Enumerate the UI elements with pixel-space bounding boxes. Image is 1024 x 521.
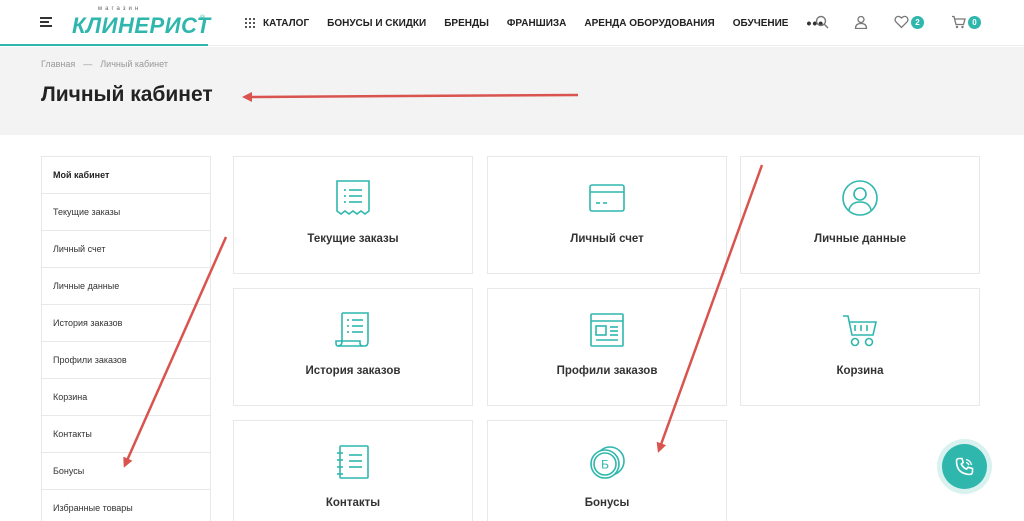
nav-rental[interactable]: АРЕНДА ОБОРУДОВАНИЯ <box>584 18 714 29</box>
cart-badge: 0 <box>968 16 981 29</box>
card-current-orders[interactable]: Текущие заказы <box>233 156 473 274</box>
sidebar-item-personal-data[interactable]: Личные данные <box>42 268 210 305</box>
nav-bonuses[interactable]: БОНУСЫ И СКИДКИ <box>327 18 426 29</box>
search-icon[interactable] <box>815 15 829 34</box>
card-label: Личные данные <box>814 233 906 245</box>
sidebar-item-contacts[interactable]: Контакты <box>42 416 210 453</box>
nav-franchise[interactable]: ФРАНШИЗА <box>507 18 567 29</box>
cart-icon <box>841 311 879 349</box>
sidebar-item-order-history[interactable]: История заказов <box>42 305 210 342</box>
sidebar-item-my-cabinet[interactable]: Мой кабинет <box>42 157 210 194</box>
sidebar-item-cart[interactable]: Корзина <box>42 379 210 416</box>
breadcrumb-separator: — <box>83 59 93 69</box>
card-personal-data[interactable]: Личные данные <box>740 156 980 274</box>
menu-burger-icon[interactable] <box>40 17 52 27</box>
nav-catalog-label: КАТАЛОГ <box>263 17 310 29</box>
header-accent-line <box>0 44 208 46</box>
coin-icon: Б <box>588 443 626 481</box>
sidebar-item-favorites[interactable]: Избранные товары <box>42 490 210 521</box>
page-title: Личный кабинет <box>41 83 213 106</box>
card-label: Корзина <box>836 365 884 377</box>
card-label: История заказов <box>305 365 401 377</box>
nav-brands[interactable]: БРЕНДЫ <box>444 18 489 29</box>
breadcrumb-home[interactable]: Главная <box>41 59 75 69</box>
notebook-icon <box>334 443 372 481</box>
grid-icon <box>245 18 255 28</box>
heart-icon[interactable] <box>894 15 909 34</box>
logo-title: КЛИНЕРИСТ <box>72 13 211 38</box>
nav-training[interactable]: ОБУЧЕНИЕ <box>733 18 789 29</box>
sidebar-item-bonuses[interactable]: Бонусы <box>42 453 210 490</box>
card-label: Текущие заказы <box>307 233 399 245</box>
phone-icon <box>955 457 974 476</box>
callback-phone-button[interactable] <box>942 444 987 489</box>
account-sidebar: Мой кабинет Текущие заказы Личный счет Л… <box>41 156 211 521</box>
scroll-icon <box>334 311 372 349</box>
main-nav: КАТАЛОГ БОНУСЫ И СКИДКИ БРЕНДЫ ФРАНШИЗА … <box>245 0 824 46</box>
receipt-icon <box>334 179 372 217</box>
sidebar-item-personal-account[interactable]: Личный счет <box>42 231 210 268</box>
card-cart[interactable]: Корзина <box>740 288 980 406</box>
breadcrumb: Главная — Личный кабинет <box>41 59 168 69</box>
logo[interactable]: магазин КЛИНЕРИСТ ® <box>72 6 212 38</box>
card-label: Контакты <box>325 497 381 509</box>
sidebar-item-current-orders[interactable]: Текущие заказы <box>42 194 210 231</box>
profile-doc-icon <box>588 311 626 349</box>
card-order-history[interactable]: История заказов <box>233 288 473 406</box>
card-label: Профили заказов <box>556 365 658 377</box>
card-bonuses[interactable]: Б Бонусы <box>487 420 727 521</box>
logo-registered-mark: ® <box>200 15 206 22</box>
page-hero: Главная — Личный кабинет Личный кабинет <box>0 47 1024 135</box>
cart-icon[interactable] <box>951 15 966 34</box>
user-circle-icon <box>841 179 879 217</box>
logo-subtitle: магазин <box>98 6 142 12</box>
card-order-profiles[interactable]: Профили заказов <box>487 288 727 406</box>
favorites-badge: 2 <box>911 16 924 29</box>
coin-letter: Б <box>601 458 609 472</box>
card-label: Личный счет <box>570 233 644 245</box>
card-personal-account[interactable]: Личный счет <box>487 156 727 274</box>
card-label: Бонусы <box>584 497 630 509</box>
site-header: магазин КЛИНЕРИСТ ® КАТАЛОГ БОНУСЫ И СКИ… <box>0 0 1024 46</box>
card-icon <box>588 179 626 217</box>
breadcrumb-current: Личный кабинет <box>100 59 168 69</box>
card-contacts[interactable]: Контакты <box>233 420 473 521</box>
nav-catalog[interactable]: КАТАЛОГ <box>245 18 309 29</box>
user-icon[interactable] <box>854 15 868 34</box>
sidebar-item-order-profiles[interactable]: Профили заказов <box>42 342 210 379</box>
